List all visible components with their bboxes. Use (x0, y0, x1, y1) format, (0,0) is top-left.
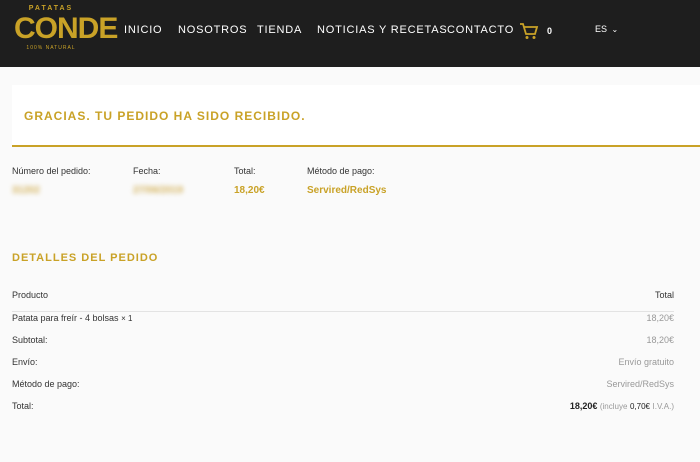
nav-nosotros[interactable]: NOSOTROS (178, 24, 247, 36)
payment-method-value: Servired/RedSys (307, 185, 387, 196)
order-total-value: 18,20€ (569, 401, 598, 411)
total-column-header: Total (654, 290, 674, 300)
order-number-label: Número del pedido: (12, 166, 91, 176)
product-quantity: × 1 (121, 314, 133, 323)
brand-tag: 100% NATURAL (26, 45, 76, 51)
cart-count: 0 (547, 26, 553, 36)
brand-name: CONDE (14, 12, 118, 45)
tax-note-prefix: (incluye (599, 402, 628, 411)
details-header-row: Producto Total (12, 290, 674, 312)
total-label: Total: (234, 166, 256, 176)
order-total-label: Total: (12, 401, 34, 411)
nav-tienda[interactable]: TIENDA (257, 24, 302, 36)
order-total-row: Total: 18,20€ (incluye 0,70€ I.V.A.) (12, 401, 674, 423)
thank-you-message: GRACIAS. TU PEDIDO HA SIDO RECIBIDO. (24, 109, 306, 123)
language-code: ES (595, 24, 608, 34)
date-value: 27/06/2019 (133, 185, 184, 196)
site-header: PATATAS CONDE 100% NATURAL INICIO NOSOTR… (0, 0, 700, 67)
order-details-title: DETALLES DEL PEDIDO (12, 252, 159, 264)
payment-method-label: Método de pago: (307, 166, 375, 176)
product-name-link[interactable]: Patata para freír - 4 bolsas (12, 313, 119, 323)
thank-you-notice: GRACIAS. TU PEDIDO HA SIDO RECIBIDO. (12, 85, 700, 147)
subtotal-label: Subtotal: (12, 335, 48, 345)
shipping-row: Envío: Envío gratuito (12, 357, 674, 379)
brand-logo[interactable]: PATATAS CONDE 100% NATURAL (14, 5, 118, 61)
shipping-value: Envío gratuito (618, 357, 674, 367)
nav-inicio[interactable]: INICIO (124, 24, 162, 36)
details-payment-label: Método de pago: (12, 379, 80, 389)
order-number-value: 31202 (12, 185, 40, 196)
chevron-down-icon: ⌄ (611, 25, 619, 34)
nav-contacto[interactable]: CONTACTO (447, 24, 514, 36)
item-total: 18,20€ (646, 313, 674, 323)
order-item-row: Patata para freír - 4 bolsas × 1 18,20€ (12, 313, 674, 335)
date-label: Fecha: (133, 166, 161, 176)
language-selector[interactable]: ES ⌄ (595, 24, 618, 34)
subtotal-value: 18,20€ (646, 335, 674, 345)
tax-amount: 0,70€ (629, 402, 650, 411)
tax-note-suffix: I.V.A.) (652, 402, 675, 411)
shipping-label: Envío: (12, 357, 38, 367)
payment-method-row: Método de pago: Servired/RedSys (12, 379, 674, 401)
product-column-header: Producto (12, 290, 49, 300)
details-payment-value: Servired/RedSys (606, 379, 674, 389)
nav-noticias-recetas[interactable]: NOTICIAS Y RECETAS (317, 24, 448, 36)
total-value: 18,20€ (234, 185, 265, 196)
cart-icon[interactable] (519, 21, 539, 41)
subtotal-row: Subtotal: 18,20€ (12, 335, 674, 357)
